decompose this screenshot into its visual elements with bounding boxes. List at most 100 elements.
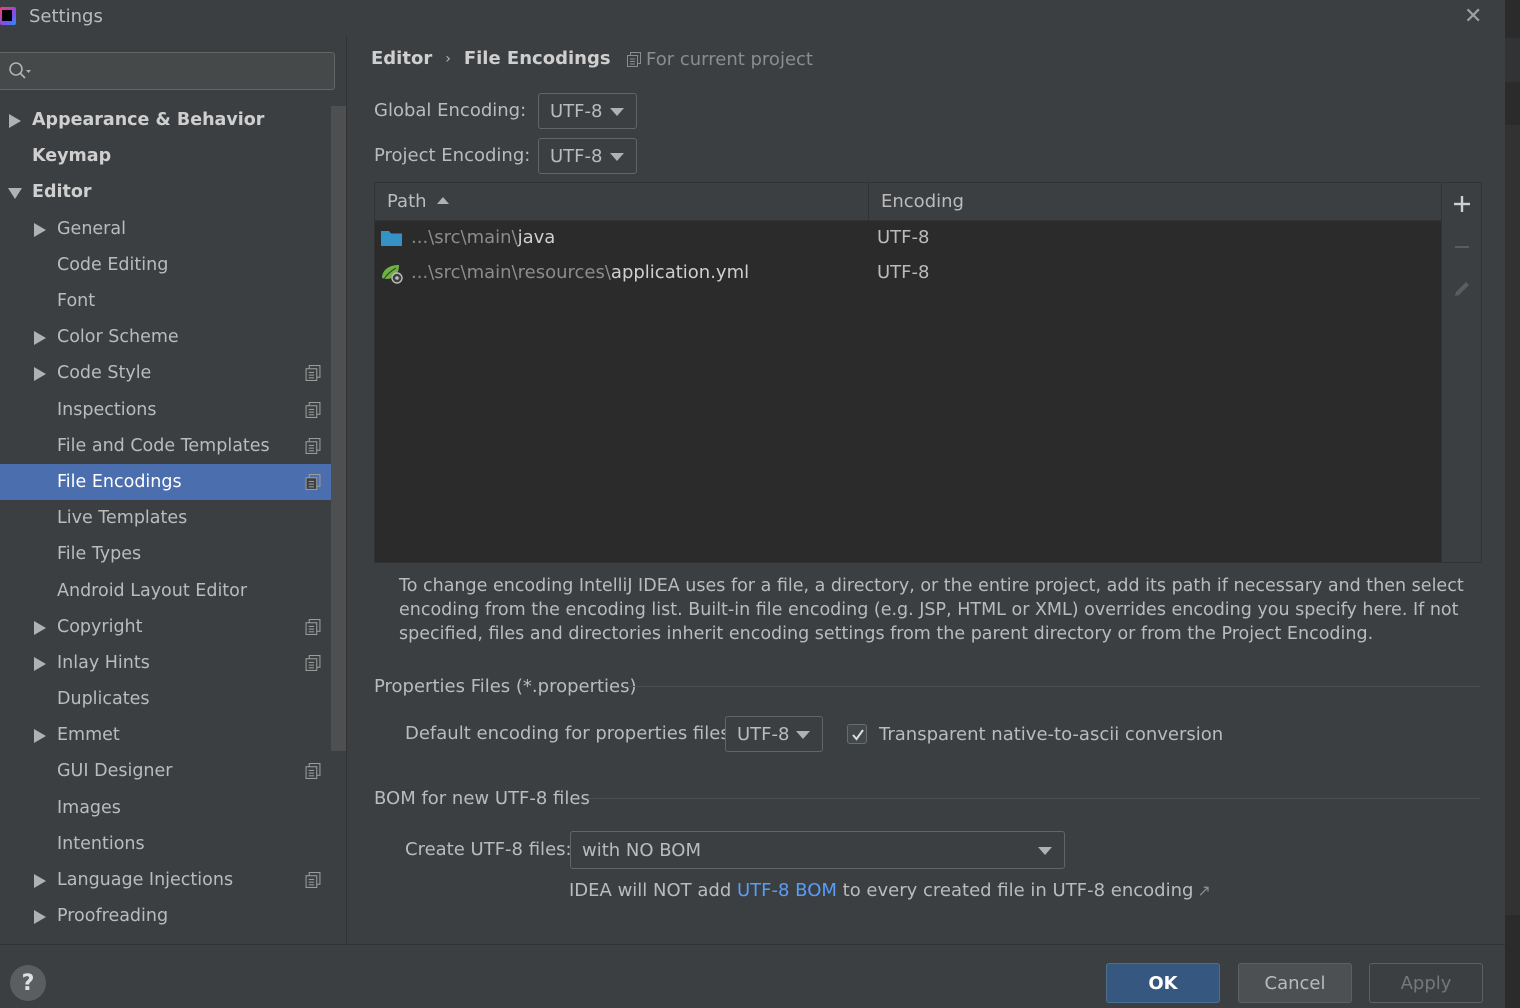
expand-right-icon[interactable]	[33, 222, 47, 237]
add-icon[interactable]	[1451, 193, 1473, 215]
dialog-footer: ? OK Cancel Apply	[0, 944, 1505, 1008]
sidebar-item-appearance-behavior[interactable]: Appearance & Behavior	[0, 102, 346, 138]
breadcrumb: Editor › File Encodings	[371, 48, 611, 69]
sidebar-item-keymap[interactable]: Keymap	[0, 138, 346, 174]
breadcrumb-current: File Encodings	[463, 48, 611, 69]
global-encoding-value: UTF-8	[550, 100, 603, 122]
sidebar-item-color-scheme[interactable]: Color Scheme	[0, 319, 346, 355]
properties-encoding-label: Default encoding for properties files:	[405, 723, 736, 744]
bom-option-value: with NO BOM	[582, 839, 701, 861]
sidebar-item-label: Emmet	[57, 725, 120, 746]
expand-down-icon[interactable]	[8, 185, 22, 200]
search-input[interactable]	[38, 57, 323, 85]
expand-right-icon[interactable]	[33, 909, 47, 925]
sidebar-item-editor[interactable]: Editor	[0, 174, 346, 210]
sidebar-item-label: File Encodings	[57, 471, 182, 492]
sidebar-item-inlay-hints[interactable]: Inlay Hints	[0, 645, 346, 681]
sidebar-item-live-templates[interactable]: Live Templates	[0, 500, 346, 536]
row-encoding[interactable]: UTF-8	[877, 262, 929, 283]
sidebar-item-proofreading[interactable]: Proofreading	[0, 898, 346, 934]
sidebar-item-file-and-code-templates[interactable]: File and Code Templates	[0, 428, 346, 464]
row-path-prefix: ...\src\main\	[411, 227, 518, 248]
checkmark-icon	[852, 729, 864, 741]
properties-encoding-combo[interactable]: UTF-8	[725, 716, 823, 752]
project-scope-icon	[305, 618, 321, 635]
sidebar-item-emmet[interactable]: Emmet	[0, 717, 346, 753]
column-header-encoding[interactable]: Encoding	[881, 191, 964, 212]
breadcrumb-parent[interactable]: Editor	[371, 48, 432, 69]
sidebar-item-gui-designer[interactable]: GUI Designer	[0, 753, 346, 789]
edit-icon[interactable]	[1451, 278, 1473, 300]
sidebar-item-duplicates[interactable]: Duplicates	[0, 681, 346, 717]
column-header-path[interactable]: Path	[387, 191, 449, 212]
sidebar-item-file-encodings[interactable]: File Encodings	[0, 463, 346, 501]
background-ide-tab	[1505, 38, 1520, 82]
chevron-down-icon	[796, 731, 810, 739]
expand-right-icon[interactable]	[33, 656, 47, 671]
intellij-app-icon	[0, 7, 16, 25]
chevron-down-icon	[610, 153, 624, 161]
sidebar-item-label: Proofreading	[57, 906, 169, 927]
sidebar-item-label: Font	[57, 291, 96, 312]
sidebar-scrollbar[interactable]	[331, 106, 346, 751]
bom-note: IDEA will NOT add UTF-8 BOM to every cre…	[569, 880, 1211, 901]
expand-right-icon[interactable]	[33, 330, 47, 346]
sidebar-item-label: Intentions	[57, 833, 145, 854]
row-encoding[interactable]: UTF-8	[877, 227, 929, 248]
expand-right-icon[interactable]	[33, 620, 47, 635]
global-encoding-combo[interactable]: UTF-8	[538, 93, 637, 129]
row-path: ...\src\main\resources\application.yml	[411, 262, 749, 283]
sidebar-item-general[interactable]: General	[0, 211, 346, 247]
column-divider[interactable]	[868, 183, 869, 221]
sidebar-item-inspections[interactable]: Inspections	[0, 392, 346, 428]
native-ascii-label[interactable]: Transparent native-to-ascii conversion	[879, 724, 1223, 745]
sidebar-item-label: Editor	[32, 182, 92, 203]
remove-icon[interactable]	[1451, 236, 1473, 258]
chevron-down-icon	[1038, 847, 1052, 855]
utf8-bom-link[interactable]: UTF-8 BOM	[737, 880, 837, 901]
ok-button[interactable]: OK	[1106, 963, 1220, 1003]
sidebar-item-images[interactable]: Images	[0, 790, 346, 826]
close-icon[interactable]: ✕	[1464, 4, 1482, 29]
sidebar-item-language-injections[interactable]: Language Injections	[0, 862, 346, 898]
table-row[interactable]: ...\src\main\java UTF-8	[375, 221, 1441, 256]
sidebar-item-file-types[interactable]: File Types	[0, 536, 346, 572]
global-encoding-label: Global Encoding:	[374, 100, 527, 121]
sidebar-item-label: Keymap	[32, 146, 112, 167]
cancel-button[interactable]: Cancel	[1238, 963, 1352, 1003]
project-encoding-combo[interactable]: UTF-8	[538, 138, 637, 174]
table-row[interactable]: ...\src\main\resources\application.yml U…	[375, 256, 1441, 291]
window-title: Settings	[29, 6, 103, 27]
help-button[interactable]: ?	[10, 965, 46, 1001]
sidebar-item-label: Images	[57, 797, 121, 818]
sidebar-item-label: Color Scheme	[57, 327, 179, 348]
sidebar-item-copyright[interactable]: Copyright	[0, 609, 346, 645]
apply-button[interactable]: Apply	[1369, 963, 1483, 1003]
folder-icon	[381, 231, 402, 246]
sidebar-item-android-layout-editor[interactable]: Android Layout Editor	[0, 572, 346, 608]
native-ascii-checkbox[interactable]	[847, 724, 867, 744]
project-scope-icon	[305, 437, 321, 454]
chevron-down-icon	[610, 108, 624, 116]
background-ide-panel	[1505, 125, 1520, 915]
table-header: Path Encoding	[375, 183, 1441, 221]
expand-right-icon[interactable]	[33, 728, 47, 744]
background-ide-edge	[1505, 0, 1520, 1008]
sidebar-item-font[interactable]: Font	[0, 283, 346, 319]
sidebar-item-label: GUI Designer	[57, 761, 173, 782]
expand-right-icon[interactable]	[33, 873, 47, 889]
sort-ascending-icon	[436, 197, 449, 204]
path-encoding-table: Path Encoding ...\src\main\java UTF-8 ..…	[374, 182, 1442, 563]
sidebar-item-intentions[interactable]: Intentions	[0, 826, 346, 862]
sidebar-item-code-editing[interactable]: Code Editing	[0, 247, 346, 283]
column-path-label: Path	[387, 191, 427, 212]
settings-search[interactable]	[0, 52, 335, 90]
sidebar-item-label: Copyright	[57, 616, 143, 637]
expand-right-icon[interactable]	[33, 366, 47, 382]
sidebar-item-label: Code Editing	[57, 254, 169, 275]
sidebar-item-label: File Types	[57, 544, 142, 565]
expand-right-icon[interactable]	[8, 113, 22, 129]
sidebar-item-code-style[interactable]: Code Style	[0, 355, 346, 391]
search-icon	[9, 62, 31, 79]
bom-option-combo[interactable]: with NO BOM	[570, 831, 1065, 869]
